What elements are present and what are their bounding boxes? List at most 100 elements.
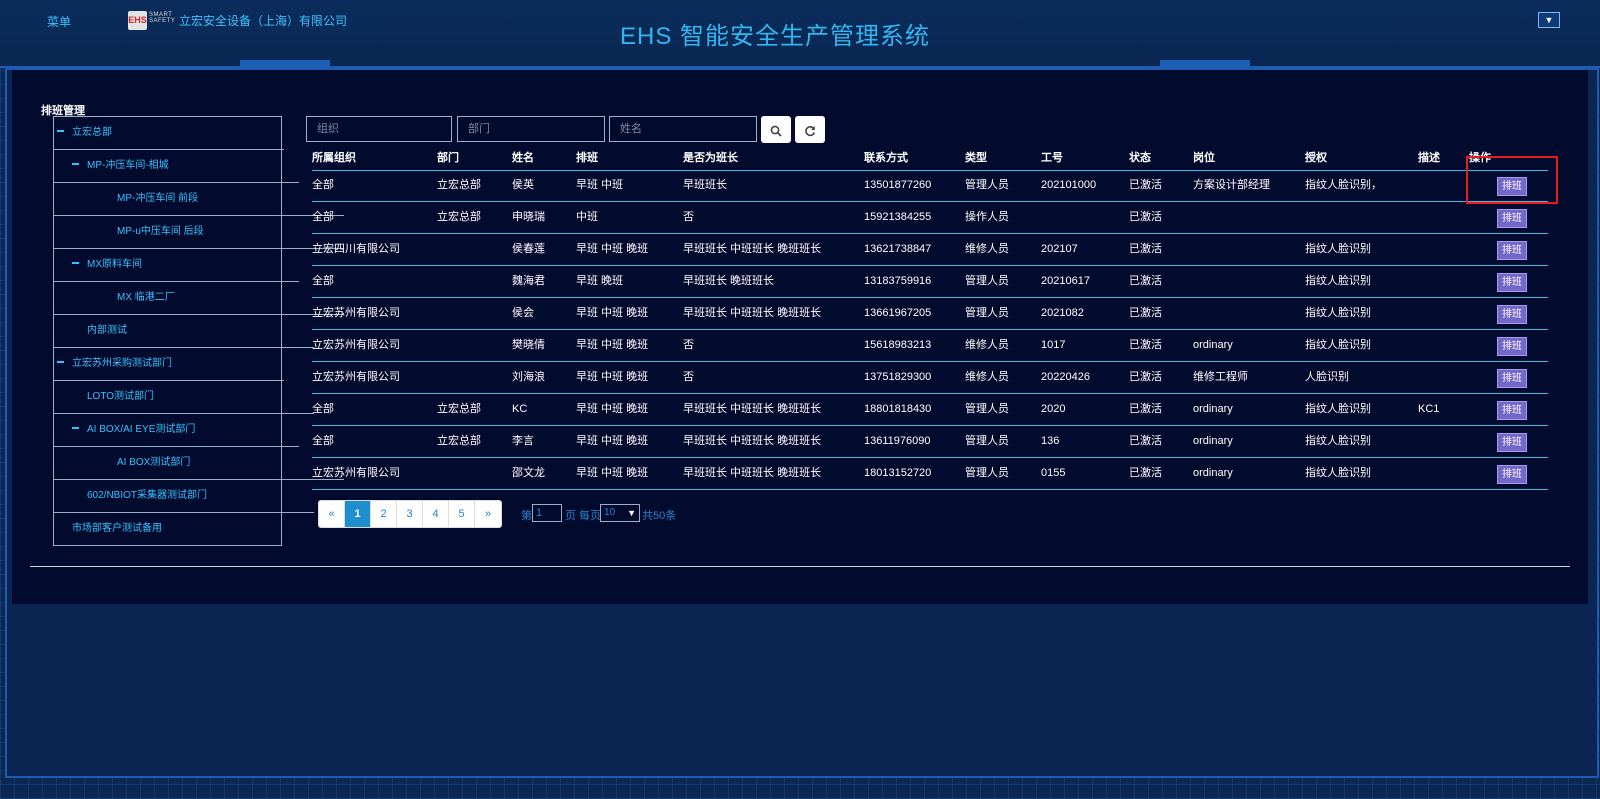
page-button[interactable]: 2 [371,501,397,527]
page-button[interactable]: 1 [345,501,371,527]
table-cell: 136 [1041,435,1060,447]
page-prefix: 第 [521,510,532,522]
table-cell: 早班 中班 晚班 [576,339,649,351]
collapse-icon[interactable] [57,130,64,133]
schedule-button[interactable]: 排班 [1497,433,1527,452]
table-cell: 已激活 [1129,403,1162,415]
tree-item-label: AI BOX测试部门 [117,457,191,468]
collapse-icon[interactable] [57,361,64,364]
table-cell: 2020 [1041,403,1066,415]
collapse-icon[interactable] [72,427,79,430]
table-cell: 立宏总部 [437,435,481,447]
table-cell: 13501877260 [864,179,932,191]
table-cell: 樊晓倩 [512,339,545,351]
table-cell: 指纹人脸识别 [1305,403,1371,415]
table-row: 全部 立宏总部 侯英 早班 中班 早班班长 13501877260 管理人员 20210100… [312,170,1548,202]
table-cell: 维修工程师 [1193,371,1248,383]
page-number-input[interactable] [532,504,562,522]
highlight-box [1466,156,1558,204]
table-cell: 202107 [1041,243,1078,255]
table-cell: 早班班长 中班班长 晚班班长 [683,307,822,319]
table-cell: 指纹人脸识别， [1305,179,1382,191]
tree-item[interactable]: 市场部客户测试备用 [54,513,299,545]
table-cell: 维修人员 [965,371,1009,383]
schedule-button[interactable]: 排班 [1497,273,1527,292]
table-cell: 早班班长 中班班长 晚班班长 [683,435,822,447]
table-cell: KC1 [1418,403,1440,415]
tree-item[interactable]: AI BOX测试部门 [54,447,344,480]
next-page-button[interactable]: » [475,501,501,527]
table-cell: 侯春莲 [512,243,545,255]
table-cell: 申晓瑞 [512,211,545,223]
table-cell: 立宏苏州有限公司 [312,467,400,479]
table-cell: 刘海浪 [512,371,545,383]
schedule-button[interactable]: 排班 [1497,369,1527,388]
page-button[interactable]: 5 [449,501,475,527]
table-cell: 早班 中班 [576,179,624,191]
table-cell: 管理人员 [965,403,1009,415]
chevron-down-icon: ▼ [627,508,636,518]
table-cell: 中班 [576,211,598,223]
schedule-button[interactable]: 排班 [1497,305,1527,324]
table-cell: 否 [683,339,694,351]
tree-item[interactable]: 立宏苏州采购测试部门 [54,348,284,381]
tree-item-label: 市场部客户测试备用 [72,523,162,534]
tree-item[interactable]: MP-冲压车间-相城 [54,150,299,183]
page-size-select[interactable]: 10 ▼ [600,504,640,522]
table-cell: 已激活 [1129,307,1162,319]
table-cell: 13621738847 [864,243,932,255]
company-logo: EHS SMART SAFETY [128,11,175,33]
total-count: 共50条 [642,510,677,522]
table-cell: 早班 中班 晚班 [576,243,649,255]
table-cell: 立宏四川有限公司 [312,243,400,255]
schedule-button[interactable]: 排班 [1497,241,1527,260]
prev-page-button[interactable]: « [319,501,345,527]
page-button[interactable]: 3 [397,501,423,527]
tree-item[interactable]: LOTO测试部门 [54,381,314,414]
collapse-icon[interactable] [72,163,79,166]
system-title: EHS 智能安全生产管理系统 [620,23,931,50]
tree-item[interactable]: 602/NBIOT采集器测试部门 [54,480,314,513]
tree-item[interactable]: MX 临港二厂 [54,282,344,315]
tree-item-label: MP-冲压车间 前段 [117,193,199,204]
table-row: 立宏苏州有限公司 樊晓倩 早班 中班 晚班 否 15618983213 维修人员 1017 已… [312,330,1548,362]
table-cell: 已激活 [1129,211,1162,223]
table-cell: 0155 [1041,467,1066,479]
table-cell: 早班班长 中班班长 晚班班长 [683,403,822,415]
table-cell: 操作人员 [965,211,1009,223]
tree-item-label: 内部测试 [87,325,127,336]
table-cell: ordinary [1193,339,1233,351]
pagination: «1 2 3 4 5» [318,500,502,528]
tree-item[interactable]: MX原料车间 [54,249,299,282]
table-row: 立宏四川有限公司 侯春莲 早班 中班 晚班 早班班长 中班班长 晚班班长 1362173… [312,234,1548,266]
header-divider [312,139,1548,171]
chevron-down-icon[interactable]: ▼ [1538,12,1560,28]
table-cell: 全部 [312,275,334,287]
tree-item[interactable]: AI BOX/AI EYE测试部门 [54,414,299,447]
tree-item[interactable]: 内部测试 [54,315,314,348]
table-cell: 管理人员 [965,275,1009,287]
table-cell: 20210617 [1041,275,1090,287]
table-cell: 侯英 [512,179,534,191]
table-cell: 已激活 [1129,467,1162,479]
table-cell: 指纹人脸识别 [1305,243,1371,255]
table-cell: 指纹人脸识别 [1305,339,1371,351]
table-cell: 早班班长 中班班长 晚班班长 [683,243,822,255]
table-cell: 维修人员 [965,339,1009,351]
tree-item[interactable]: MP-冲压车间 前段 [54,183,344,216]
schedule-button[interactable]: 排班 [1497,209,1527,228]
tree-item-label: MX 临港二厂 [117,292,175,303]
table-cell: 早班 中班 晚班 [576,403,649,415]
schedule-button[interactable]: 排班 [1497,465,1527,484]
table-cell: 全部 [312,403,334,415]
tree-item[interactable]: MP-u中压车间 后段 [54,216,344,249]
tree-item-label: 立宏总部 [72,127,112,138]
table-cell: 立宏苏州有限公司 [312,371,400,383]
menu-link[interactable]: 菜单 [47,13,71,30]
table-row: 立宏苏州有限公司 侯会 早班 中班 晚班 早班班长 中班班长 晚班班长 13661967… [312,298,1548,330]
tree-item[interactable]: 立宏总部 [54,117,284,150]
page-button[interactable]: 4 [423,501,449,527]
collapse-icon[interactable] [72,262,79,265]
schedule-button[interactable]: 排班 [1497,401,1527,420]
schedule-button[interactable]: 排班 [1497,337,1527,356]
